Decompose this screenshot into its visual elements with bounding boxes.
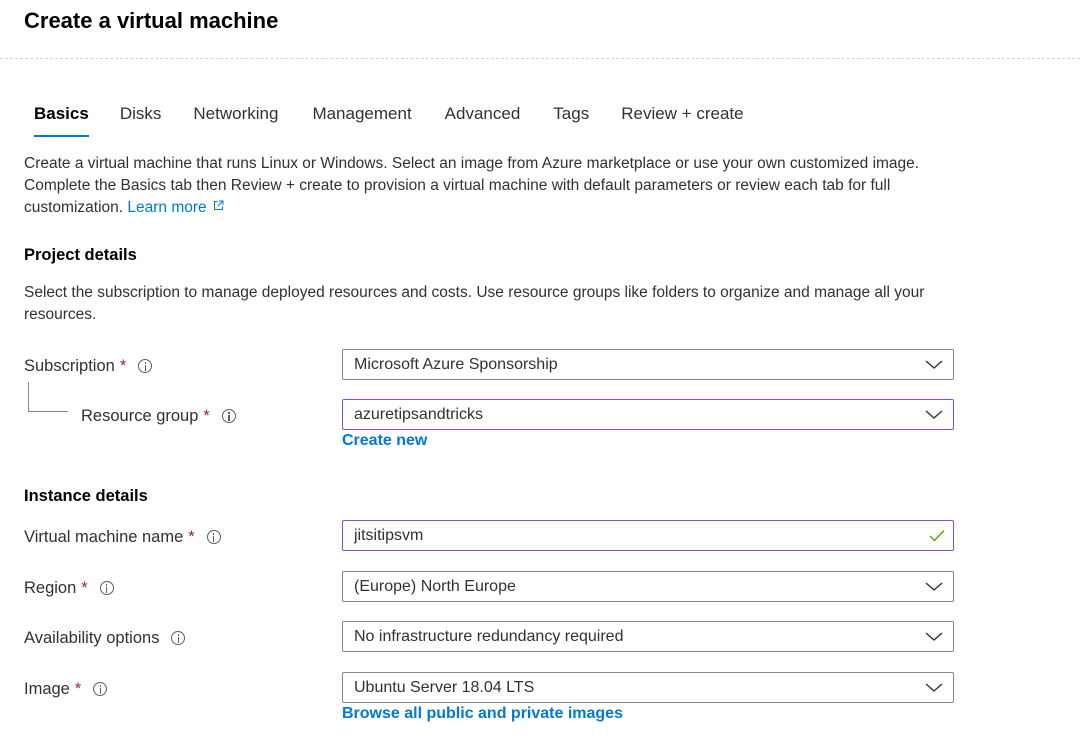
info-icon[interactable] [138, 359, 153, 373]
image-value: Ubuntu Server 18.04 LTS [354, 678, 535, 696]
checkmark-icon [929, 530, 945, 542]
image-label: Image * [24, 677, 108, 701]
create-new-link[interactable]: Create new [342, 432, 427, 450]
availability-label: Availability options [24, 626, 186, 650]
vm-name-input[interactable]: jitsitipsvm [342, 520, 954, 551]
browse-images-link[interactable]: Browse all public and private images [342, 705, 623, 723]
intro-paragraph: Create a virtual machine that runs Linux… [24, 153, 964, 219]
subscription-dropdown[interactable]: Microsoft Azure Sponsorship [342, 349, 954, 380]
learn-more-label: Learn more [127, 199, 207, 216]
chevron-down-icon [925, 683, 943, 692]
chevron-down-icon [925, 582, 943, 591]
chevron-down-icon [925, 360, 943, 369]
vm-name-label-text: Virtual machine name [24, 527, 184, 546]
tab-strip: Basics Disks Networking Management Advan… [34, 104, 744, 138]
subscription-label-text: Subscription [24, 356, 115, 375]
header-divider [0, 58, 1080, 59]
tab-networking[interactable]: Networking [193, 104, 278, 138]
info-icon[interactable] [171, 631, 186, 645]
resource-group-value: azuretipsandtricks [354, 405, 483, 423]
resource-group-label-text: Resource group [81, 406, 199, 425]
resource-group-label: Resource group * [81, 404, 236, 428]
learn-more-link[interactable]: Learn more [127, 199, 224, 216]
required-marker: * [81, 578, 88, 597]
page-title: Create a virtual machine [24, 8, 279, 33]
tab-management[interactable]: Management [312, 104, 411, 138]
availability-dropdown[interactable]: No infrastructure redundancy required [342, 621, 954, 652]
resource-group-dropdown[interactable]: azuretipsandtricks [342, 399, 954, 430]
image-dropdown[interactable]: Ubuntu Server 18.04 LTS [342, 672, 954, 703]
tab-basics[interactable]: Basics [34, 104, 89, 138]
info-icon[interactable] [99, 581, 114, 595]
vm-name-value: jitsitipsvm [354, 526, 424, 544]
region-dropdown[interactable]: (Europe) North Europe [342, 571, 954, 602]
tree-connector [28, 382, 68, 412]
required-marker: * [203, 406, 210, 425]
project-details-description: Select the subscription to manage deploy… [24, 284, 925, 323]
required-marker: * [74, 679, 82, 698]
tab-disks[interactable]: Disks [120, 104, 162, 138]
vm-name-label: Virtual machine name * [24, 525, 221, 549]
project-details-heading: Project details [24, 246, 137, 264]
image-label-text: Image [24, 679, 70, 698]
required-marker: * [188, 527, 195, 546]
subscription-label: Subscription * [24, 354, 153, 378]
info-icon[interactable] [221, 409, 236, 423]
info-icon[interactable] [93, 682, 108, 696]
tab-review-create[interactable]: Review + create [621, 104, 743, 138]
region-label-text: Region [24, 578, 77, 597]
external-link-icon [213, 200, 224, 210]
info-icon[interactable] [206, 530, 221, 544]
availability-value: No infrastructure redundancy required [354, 627, 624, 645]
tab-advanced[interactable]: Advanced [445, 104, 521, 138]
required-marker: * [119, 356, 127, 375]
subscription-value: Microsoft Azure Sponsorship [354, 355, 558, 373]
availability-label-text: Availability options [24, 628, 160, 647]
instance-details-heading: Instance details [24, 487, 148, 505]
region-label: Region * [24, 576, 114, 600]
chevron-down-icon [925, 632, 943, 641]
chevron-down-icon [925, 410, 943, 419]
tab-tags[interactable]: Tags [553, 104, 589, 138]
region-value: (Europe) North Europe [354, 577, 516, 595]
